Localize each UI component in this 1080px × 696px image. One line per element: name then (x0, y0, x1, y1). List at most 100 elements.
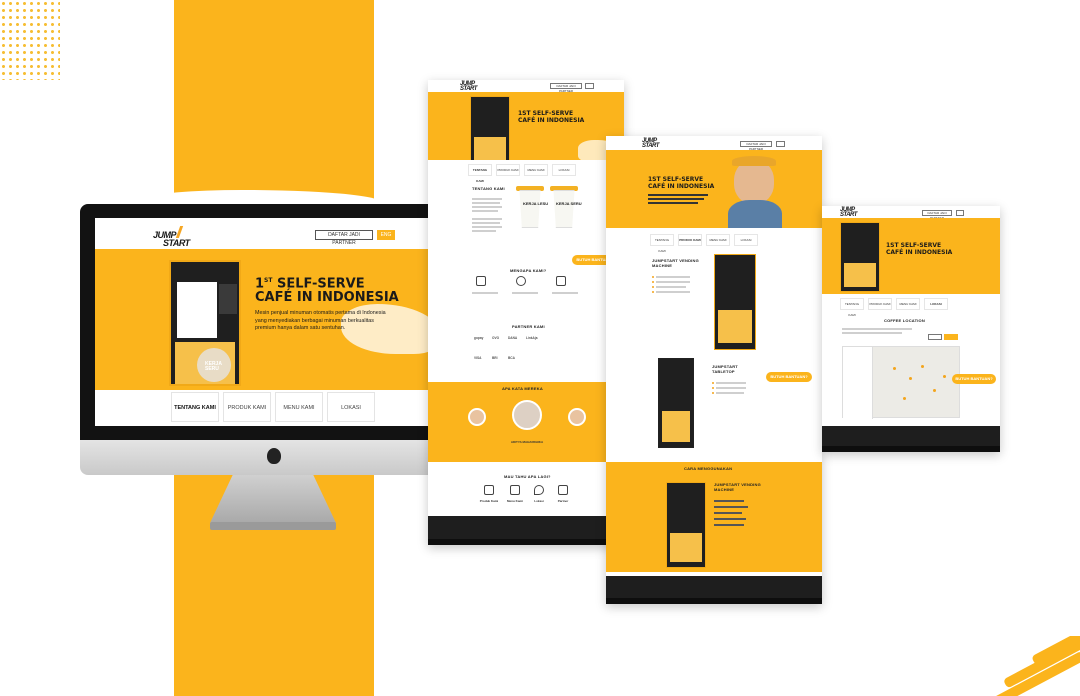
products-page-mockup: JUMP START DAFTAR JADI PARTNER 1ST SELF-S… (606, 136, 822, 604)
tab-lokasi[interactable]: LOKASI (552, 164, 576, 176)
howto-product: JUMPSTART VENDING MACHINE (714, 482, 761, 492)
apple-logo-icon (267, 448, 281, 464)
language-button[interactable] (956, 210, 964, 216)
vending-machine-image (470, 96, 510, 166)
tab-produk-kami[interactable]: PRODUK KAMI (868, 298, 892, 310)
hero-section (606, 150, 822, 234)
vending-icon (476, 276, 486, 286)
footer-bar (428, 539, 624, 545)
avatar (568, 408, 586, 426)
avatar (468, 408, 486, 426)
language-button[interactable]: ENG (377, 230, 395, 240)
partner-signup-button[interactable]: DAFTAR JADI PARTNER (922, 210, 952, 220)
tab-tentang-kami[interactable]: TENTANG KAMI (171, 392, 219, 422)
help-button[interactable]: BUTUH BANTUAN? (766, 372, 812, 382)
partner-logo: DANA (508, 336, 518, 340)
footer-bar (606, 598, 822, 604)
product-title: JUMPSTART TABLETOP (712, 364, 738, 374)
partners-title: PARTNER KAMI (512, 324, 545, 329)
filter-dropdown[interactable] (928, 334, 942, 340)
partner-logo: OVO (492, 336, 500, 340)
coffee-cup-image (553, 190, 575, 228)
page-header: JUMPSTART DAFTAR JADI PARTNER (606, 136, 822, 151)
testimonials-title: APA KATA MEREKA (502, 386, 543, 391)
more-title: MAU TAHU APA LAGI? (504, 474, 551, 479)
more-item-label: Menu Kami (506, 499, 523, 503)
location-list (843, 347, 873, 419)
about-title: TENTANG KAMI (472, 186, 505, 191)
tab-lokasi[interactable]: LOKASI (734, 234, 758, 246)
cup-icon (516, 276, 526, 286)
tab-tentang-kami[interactable]: TENTANG KAMI (840, 298, 864, 317)
tab-tentang-kami[interactable]: TENTANG KAMI (468, 164, 492, 183)
language-button[interactable] (585, 83, 594, 89)
hero-title: 1ST SELF-SERVE CAFÉ IN INDONESIA (255, 276, 399, 306)
tab-produk-kami[interactable]: PRODUK KAMI (678, 234, 702, 246)
monitor-bezel: JUMP START DAFTAR JADI PARTNER ENG KERJA… (80, 204, 467, 440)
hero-description: Mesin penjual minuman otomatis pertama d… (255, 310, 386, 331)
footer-bar (822, 446, 1000, 452)
hat-image (732, 156, 776, 166)
vending-machine-image (666, 482, 706, 568)
tab-menu-kami[interactable]: MENU KAMI (524, 164, 548, 176)
product-title: JUMPSTART VENDING MACHINE (652, 258, 699, 268)
desktop-mockup: JUMP START DAFTAR JADI PARTNER ENG KERJA… (80, 204, 467, 530)
page-header: JUMPSTART DAFTAR JADI PARTNER (822, 206, 1000, 220)
help-button[interactable]: BUTUH BANTUAN? (952, 374, 996, 384)
site-header: JUMP START DAFTAR JADI PARTNER ENG (95, 218, 452, 249)
location-title: COFFEE LOCATION (884, 318, 925, 323)
tab-lokasi[interactable]: LOKASI (924, 298, 948, 310)
how-to-section (606, 462, 822, 572)
cup-icon[interactable] (484, 485, 494, 495)
partner-logo: LinkAja (526, 336, 538, 340)
tab-menu-kami[interactable]: MENU KAMI (275, 392, 323, 422)
cup-label: KERJA LESU (523, 201, 549, 206)
partner-logo: gopay (474, 336, 484, 340)
desktop-screen: JUMP START DAFTAR JADI PARTNER ENG KERJA… (95, 218, 452, 426)
tab-produk-kami[interactable]: PRODUK KAMI (223, 392, 271, 422)
partner-signup-button[interactable]: DAFTAR JADI PARTNER (315, 230, 373, 246)
language-button[interactable] (776, 141, 785, 147)
monitor-chin (80, 440, 467, 475)
tab-bar (95, 390, 452, 426)
coffee-bean-icon (556, 276, 566, 286)
vending-machine-image (840, 222, 880, 292)
partner-signup-button[interactable]: DAFTAR JADI PARTNER (740, 141, 772, 151)
location-page-mockup: JUMPSTART DAFTAR JADI PARTNER 1ST SELF-S… (822, 206, 1000, 452)
search-button[interactable] (944, 334, 958, 340)
hero-title: 1ST SELF-SERVE CAFÉ IN INDONESIA (648, 176, 715, 190)
kiosk-text: LESU (177, 328, 194, 334)
vending-machine-image (714, 254, 756, 350)
menu-icon[interactable] (510, 485, 520, 495)
location-pin-icon[interactable] (534, 485, 544, 495)
vending-machine-image: KERJA LESU KERJA SERU (169, 260, 241, 386)
more-item-label: Produk Kami (479, 499, 499, 503)
more-item-label: Lokasi (534, 499, 544, 503)
why-title: MENGAPA KAMI? (510, 268, 547, 273)
partner-logo: BRI (492, 356, 498, 360)
tab-produk-kami[interactable]: PRODUK KAMI (496, 164, 520, 176)
page-header: JUMPSTART DAFTAR JADI PARTNER (428, 80, 624, 93)
location-map[interactable] (842, 346, 960, 419)
cup-label: KERJA SERU (556, 201, 582, 206)
avatar (512, 400, 542, 430)
coffee-cup-image (519, 190, 541, 228)
tab-tentang-kami[interactable]: TENTANG KAMI (650, 234, 674, 253)
tab-menu-kami[interactable]: MENU KAMI (706, 234, 730, 246)
jumpstart-logo[interactable]: JUMP START (642, 138, 659, 150)
tab-menu-kami[interactable]: MENU KAMI (896, 298, 920, 310)
kiosk-text: SERU (205, 366, 219, 372)
hero-title: 1ST SELF-SERVE CAFÉ IN INDONESIA (518, 110, 585, 124)
background-dot-pattern (0, 0, 60, 80)
partner-logo: BCA (508, 356, 515, 360)
jumpstart-logo[interactable]: JUMP START (153, 226, 190, 248)
tab-lokasi[interactable]: LOKASI (327, 392, 375, 422)
testimonial-name: ADITYA MAHARDHIKA (510, 440, 544, 444)
landing-page-mockup: JUMP START DAFTAR JADI PARTNER 1ST SELF-S… (428, 80, 624, 545)
woman-photo (734, 160, 774, 204)
partner-icon[interactable] (558, 485, 568, 495)
partner-signup-button[interactable]: DAFTAR JADI PARTNER (550, 83, 582, 93)
howto-title: CARA MENGGUNAKAN (684, 466, 733, 471)
more-item-label: Partner (557, 499, 569, 503)
partner-logo: VISA (474, 356, 482, 360)
